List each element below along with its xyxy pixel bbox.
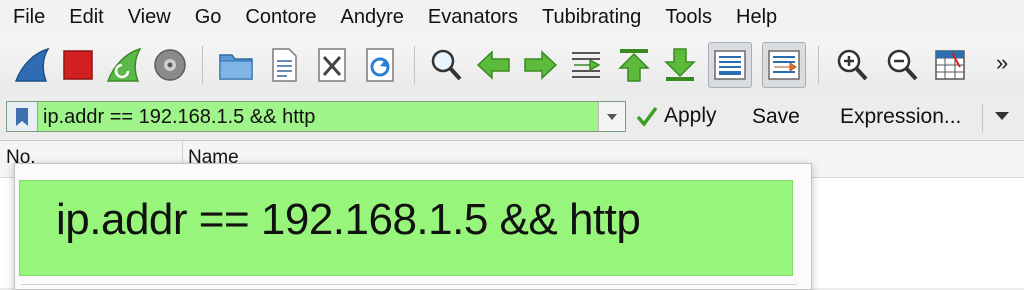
auto-scroll-icon: [714, 50, 746, 80]
arrow-right-icon: [524, 50, 558, 80]
gear-icon: [154, 49, 186, 81]
filterbar-separator: [982, 104, 983, 132]
toolbar-separator: [414, 46, 415, 84]
zoom-out-icon: [887, 49, 918, 81]
apply-filter-button[interactable]: Apply: [636, 104, 717, 128]
menu-help[interactable]: Help: [723, 0, 777, 34]
popup-filter-suggestion[interactable]: ip.addr == 192.168.1.5 && http: [19, 180, 793, 276]
capture-options-button[interactable]: [148, 42, 192, 88]
stop-icon: [63, 50, 93, 80]
popup-divider: [21, 284, 797, 285]
menu-contore[interactable]: Contore: [232, 0, 316, 34]
menu-view[interactable]: View: [115, 0, 171, 34]
save-filter-button[interactable]: Save: [752, 105, 800, 129]
go-first-button[interactable]: [612, 42, 656, 88]
filter-history-dropdown[interactable]: [598, 102, 625, 131]
find-packet-button[interactable]: [424, 42, 468, 88]
display-filter-input[interactable]: ip.addr == 192.168.1.5 && http: [6, 101, 626, 132]
restart-fin-icon: [106, 47, 142, 82]
arrow-bottom-icon: [664, 48, 696, 81]
shark-fin-icon: [14, 47, 50, 82]
apply-label: Apply: [664, 104, 717, 127]
menu-go[interactable]: Go: [182, 0, 222, 34]
colorize-button[interactable]: [762, 42, 806, 88]
checkmark-icon: [636, 106, 658, 127]
chevron-down-icon: [607, 113, 617, 120]
go-forward-button[interactable]: [518, 42, 562, 88]
expression-button[interactable]: Expression...: [840, 105, 961, 129]
close-file-button[interactable]: [310, 42, 354, 88]
go-back-button[interactable]: [472, 42, 516, 88]
close-file-icon: [318, 48, 346, 82]
filter-bookmark-button[interactable]: [7, 102, 38, 131]
menu-andyre[interactable]: Andyre: [328, 0, 404, 34]
table-icon: [935, 50, 965, 80]
restart-capture-button[interactable]: [102, 42, 146, 88]
auto-scroll-button[interactable]: [708, 42, 752, 88]
magnifier-icon: [431, 49, 462, 81]
menu-bar: File Edit View Go Contore Andyre Evanato…: [0, 0, 1024, 34]
toolbar-separator: [202, 46, 203, 84]
arrow-left-icon: [476, 50, 510, 80]
menu-file[interactable]: File: [0, 0, 45, 34]
document-icon: [272, 48, 297, 82]
jump-to-icon: [572, 52, 601, 78]
zoom-in-icon: [837, 49, 868, 81]
arrow-top-icon: [618, 49, 650, 82]
menu-evanators[interactable]: Evanators: [415, 0, 518, 34]
reload-icon: [366, 48, 394, 82]
folder-icon: [219, 54, 253, 80]
filterbar-menu-icon[interactable]: [994, 111, 1010, 121]
zoom-in-button[interactable]: [830, 42, 874, 88]
colorize-icon: [768, 50, 800, 80]
bookmark-icon: [16, 107, 28, 126]
stop-capture-button[interactable]: [56, 42, 100, 88]
reload-file-button[interactable]: [358, 42, 402, 88]
zoom-out-button[interactable]: [880, 42, 924, 88]
toolbar-separator: [818, 46, 819, 84]
save-file-button[interactable]: [262, 42, 306, 88]
resize-columns-button[interactable]: [928, 42, 972, 88]
go-to-packet-button[interactable]: [564, 42, 608, 88]
main-toolbar: »: [0, 34, 1024, 97]
toolbar-overflow-button[interactable]: »: [996, 50, 1008, 76]
filter-completion-popup: ip.addr == 192.168.1.5 && http: [14, 163, 812, 290]
display-filter-bar: ip.addr == 192.168.1.5 && http Apply Sav…: [0, 96, 1024, 141]
menu-edit[interactable]: Edit: [56, 0, 103, 34]
start-capture-button[interactable]: [10, 42, 54, 88]
menu-tools[interactable]: Tools: [652, 0, 712, 34]
popup-filter-text: ip.addr == 192.168.1.5 && http: [56, 195, 641, 244]
go-last-button[interactable]: [658, 42, 702, 88]
menu-tubibrating[interactable]: Tubibrating: [529, 0, 641, 34]
filter-text[interactable]: ip.addr == 192.168.1.5 && http: [43, 106, 315, 129]
open-file-button[interactable]: [214, 42, 258, 88]
